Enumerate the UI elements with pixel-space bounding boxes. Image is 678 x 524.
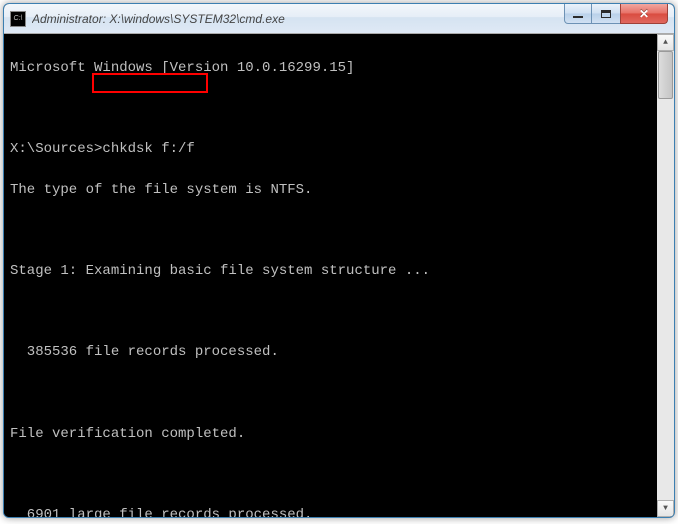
maximize-button[interactable] xyxy=(591,4,621,24)
output-line xyxy=(10,221,674,241)
minimize-button[interactable] xyxy=(564,4,592,24)
output-line: File verification completed. xyxy=(10,424,674,444)
scroll-thumb[interactable] xyxy=(658,51,673,99)
output-line xyxy=(10,99,674,119)
output-line: The type of the file system is NTFS. xyxy=(10,180,674,200)
cmd-window: C:\ Administrator: X:\windows\SYSTEM32\c… xyxy=(3,3,675,518)
output-line: 385536 file records processed. xyxy=(10,342,674,362)
window-title: Administrator: X:\windows\SYSTEM32\cmd.e… xyxy=(32,12,565,26)
close-button[interactable]: ✕ xyxy=(620,4,668,24)
window-controls: ✕ xyxy=(565,4,674,33)
prompt: X:\Sources> xyxy=(10,139,102,159)
output-line: Microsoft Windows [Version 10.0.16299.15… xyxy=(10,58,674,78)
output-line xyxy=(10,302,674,322)
scroll-track[interactable] xyxy=(657,51,674,500)
output-line xyxy=(10,464,674,484)
vertical-scrollbar[interactable]: ▲ ▼ xyxy=(657,34,674,517)
output-line: 6901 large file records processed. xyxy=(10,505,674,517)
command-text: chkdsk f:/f xyxy=(102,139,194,159)
prompt-line: X:\Sources>chkdsk f:/f xyxy=(10,139,674,159)
output-line xyxy=(10,383,674,403)
maximize-icon xyxy=(601,10,611,18)
titlebar[interactable]: C:\ Administrator: X:\windows\SYSTEM32\c… xyxy=(4,4,674,34)
cmd-icon: C:\ xyxy=(10,11,26,27)
scroll-down-arrow[interactable]: ▼ xyxy=(657,500,674,517)
minimize-icon xyxy=(573,15,583,18)
close-icon: ✕ xyxy=(639,7,649,21)
output-line: Stage 1: Examining basic file system str… xyxy=(10,261,674,281)
terminal-body[interactable]: Microsoft Windows [Version 10.0.16299.15… xyxy=(4,34,674,517)
scroll-up-arrow[interactable]: ▲ xyxy=(657,34,674,51)
